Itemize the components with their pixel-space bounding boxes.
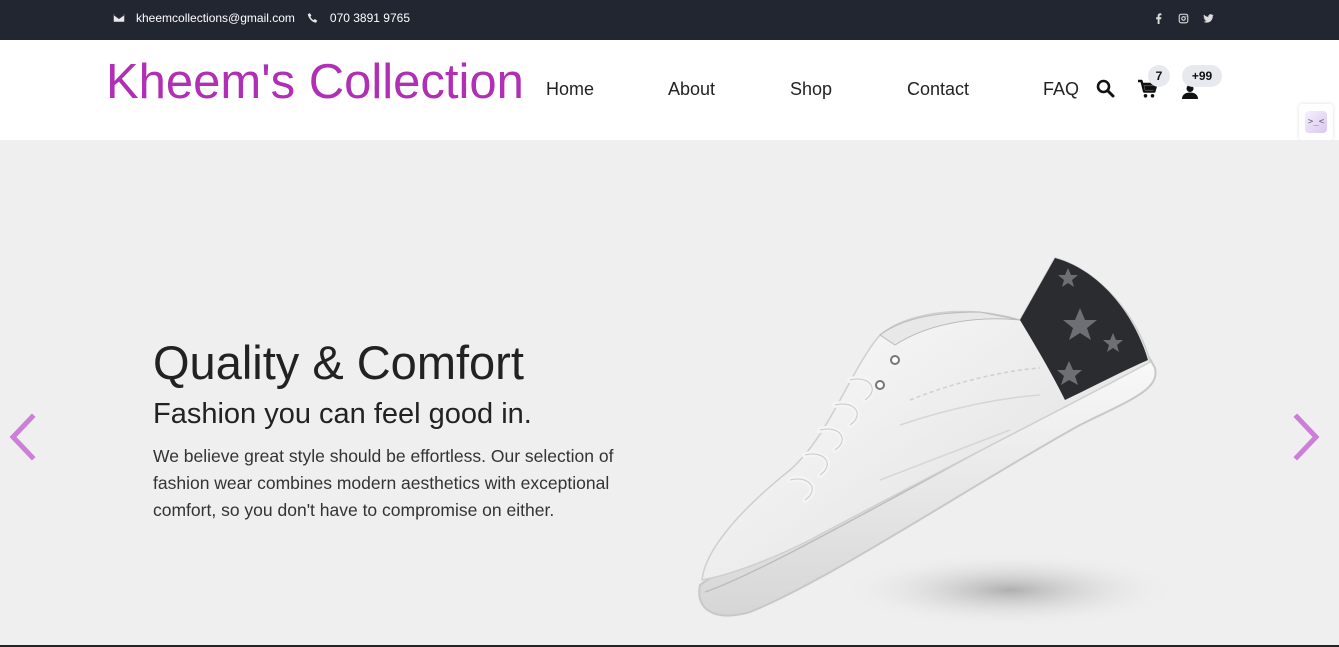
cart-count-badge: 7: [1148, 65, 1170, 87]
hero-subtitle: Fashion you can feel good in.: [153, 398, 532, 430]
social-links: [1153, 0, 1214, 36]
facebook-icon[interactable]: [1153, 12, 1164, 24]
top-bar: kheemcollections@gmail.com 070 3891 9765: [0, 0, 1339, 40]
chevron-left-icon: [9, 413, 36, 461]
hero-slider: Quality & Comfort Fashion you can feel g…: [0, 140, 1339, 645]
brand-logo[interactable]: Kheem's Collection: [106, 54, 524, 110]
email-text: kheemcollections@gmail.com: [136, 11, 295, 25]
email-link[interactable]: kheemcollections@gmail.com: [113, 11, 295, 25]
nav-faq[interactable]: FAQ: [1043, 79, 1079, 100]
envelope-icon: [113, 14, 125, 22]
chevron-right-icon: [1293, 413, 1320, 461]
hero-description: We believe great style should be effortl…: [153, 446, 614, 520]
contact-info: kheemcollections@gmail.com 070 3891 9765: [113, 0, 422, 36]
nav-home[interactable]: Home: [546, 79, 594, 100]
hero-title: Quality & Comfort: [153, 336, 524, 389]
phone-link[interactable]: 070 3891 9765: [307, 11, 410, 25]
user-badge: +99: [1182, 65, 1222, 87]
side-widget-button[interactable]: >_<: [1299, 104, 1333, 140]
sneaker-image: [698, 257, 1180, 628]
phone-text: 070 3891 9765: [329, 11, 410, 25]
user-icon[interactable]: [1181, 85, 1199, 99]
nav-about[interactable]: About: [668, 79, 715, 100]
search-icon[interactable]: [1096, 79, 1115, 98]
prev-slide-button[interactable]: [5, 413, 39, 461]
side-widget-icon: >_<: [1305, 111, 1327, 133]
next-slide-button[interactable]: [1290, 413, 1324, 461]
nav-shop[interactable]: Shop: [790, 79, 832, 100]
site-header: Kheem's Collection Home About Shop Conta…: [0, 40, 1339, 140]
nav-contact[interactable]: Contact: [907, 79, 969, 100]
instagram-icon[interactable]: [1178, 13, 1189, 24]
phone-icon: [307, 13, 318, 23]
twitter-icon[interactable]: [1203, 13, 1214, 24]
